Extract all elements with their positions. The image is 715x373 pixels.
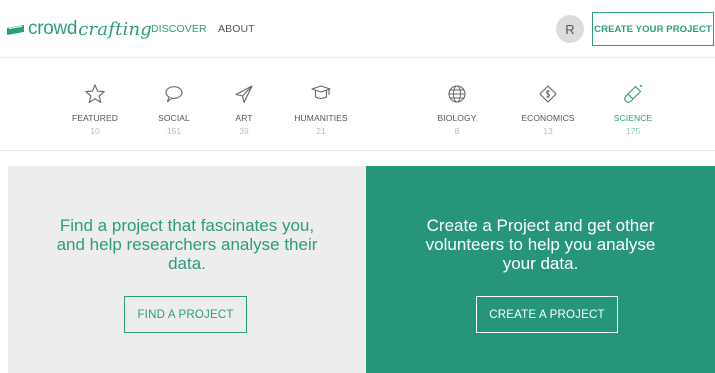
category-label: SCIENCE: [613, 113, 653, 123]
category-label: FEATURED: [72, 113, 118, 123]
test-tube-icon: [624, 85, 642, 103]
category-science[interactable]: SCIENCE 175: [593, 83, 673, 136]
find-a-project-button[interactable]: FIND A PROJECT: [124, 296, 247, 333]
star-icon: [85, 84, 105, 103]
money-tag-icon: [539, 85, 557, 103]
create-project-line-2: volunteers to help you analyse: [425, 235, 656, 254]
top-navigation-bar: crowd crafting DISCOVER ABOUT R CREATE Y…: [0, 0, 715, 58]
category-label: HUMANITIES: [294, 113, 348, 123]
find-project-panel: Find a project that fascinates you, and …: [8, 166, 366, 373]
category-count: 151: [166, 126, 182, 136]
category-art[interactable]: ART 39: [204, 83, 284, 136]
graduation-cap-icon: [311, 85, 331, 100]
find-project-line-1: Find a project that fascinates you,: [59, 216, 315, 235]
paper-plane-icon: [235, 85, 253, 104]
find-project-description: Find a project that fascinates you, and …: [8, 216, 366, 273]
category-biology[interactable]: BIOLOGY 8: [417, 83, 497, 136]
crowdcrafting-logo[interactable]: crowd crafting: [7, 17, 152, 41]
create-project-line-1: Create a Project and get other: [426, 216, 655, 235]
find-project-line-3: data.: [168, 254, 206, 273]
create-project-panel: Create a Project and get other volunteer…: [366, 166, 715, 373]
category-humanities[interactable]: HUMANITIES 21: [281, 83, 361, 136]
logo-text-crafting: crafting: [78, 18, 152, 40]
category-label: SOCIAL: [158, 113, 190, 123]
category-count: 8: [454, 126, 460, 136]
category-economics[interactable]: ECONOMICS 13: [508, 83, 588, 136]
category-label: BIOLOGY: [437, 113, 477, 123]
globe-icon: [448, 85, 466, 103]
category-label: ART: [235, 113, 253, 123]
user-avatar[interactable]: R: [556, 15, 584, 43]
category-count: 39: [239, 126, 249, 136]
find-project-line-2: and help researchers analyse their: [56, 235, 318, 254]
category-count: 175: [625, 126, 641, 136]
category-label: ECONOMICS: [521, 113, 575, 123]
create-your-project-button[interactable]: CREATE YOUR PROJECT: [592, 12, 714, 46]
create-project-line-3: your data.: [502, 254, 579, 273]
speech-bubble-icon: [165, 86, 183, 103]
category-count: 13: [543, 126, 553, 136]
category-count: 10: [90, 126, 100, 136]
create-project-description: Create a Project and get other volunteer…: [366, 216, 715, 273]
category-social[interactable]: SOCIAL 151: [134, 83, 214, 136]
logo-mark-icon: [7, 25, 24, 35]
create-a-project-button[interactable]: CREATE A PROJECT: [476, 296, 618, 333]
category-filter-bar: FEATURED 10 SOCIAL 151 ART 39 HUMANITIES…: [0, 59, 715, 151]
nav-discover-link[interactable]: DISCOVER: [151, 23, 207, 35]
nav-about-link[interactable]: ABOUT: [218, 23, 255, 35]
category-featured[interactable]: FEATURED 10: [55, 83, 135, 136]
category-count: 21: [316, 126, 326, 136]
logo-text-crowd: crowd: [28, 18, 78, 39]
